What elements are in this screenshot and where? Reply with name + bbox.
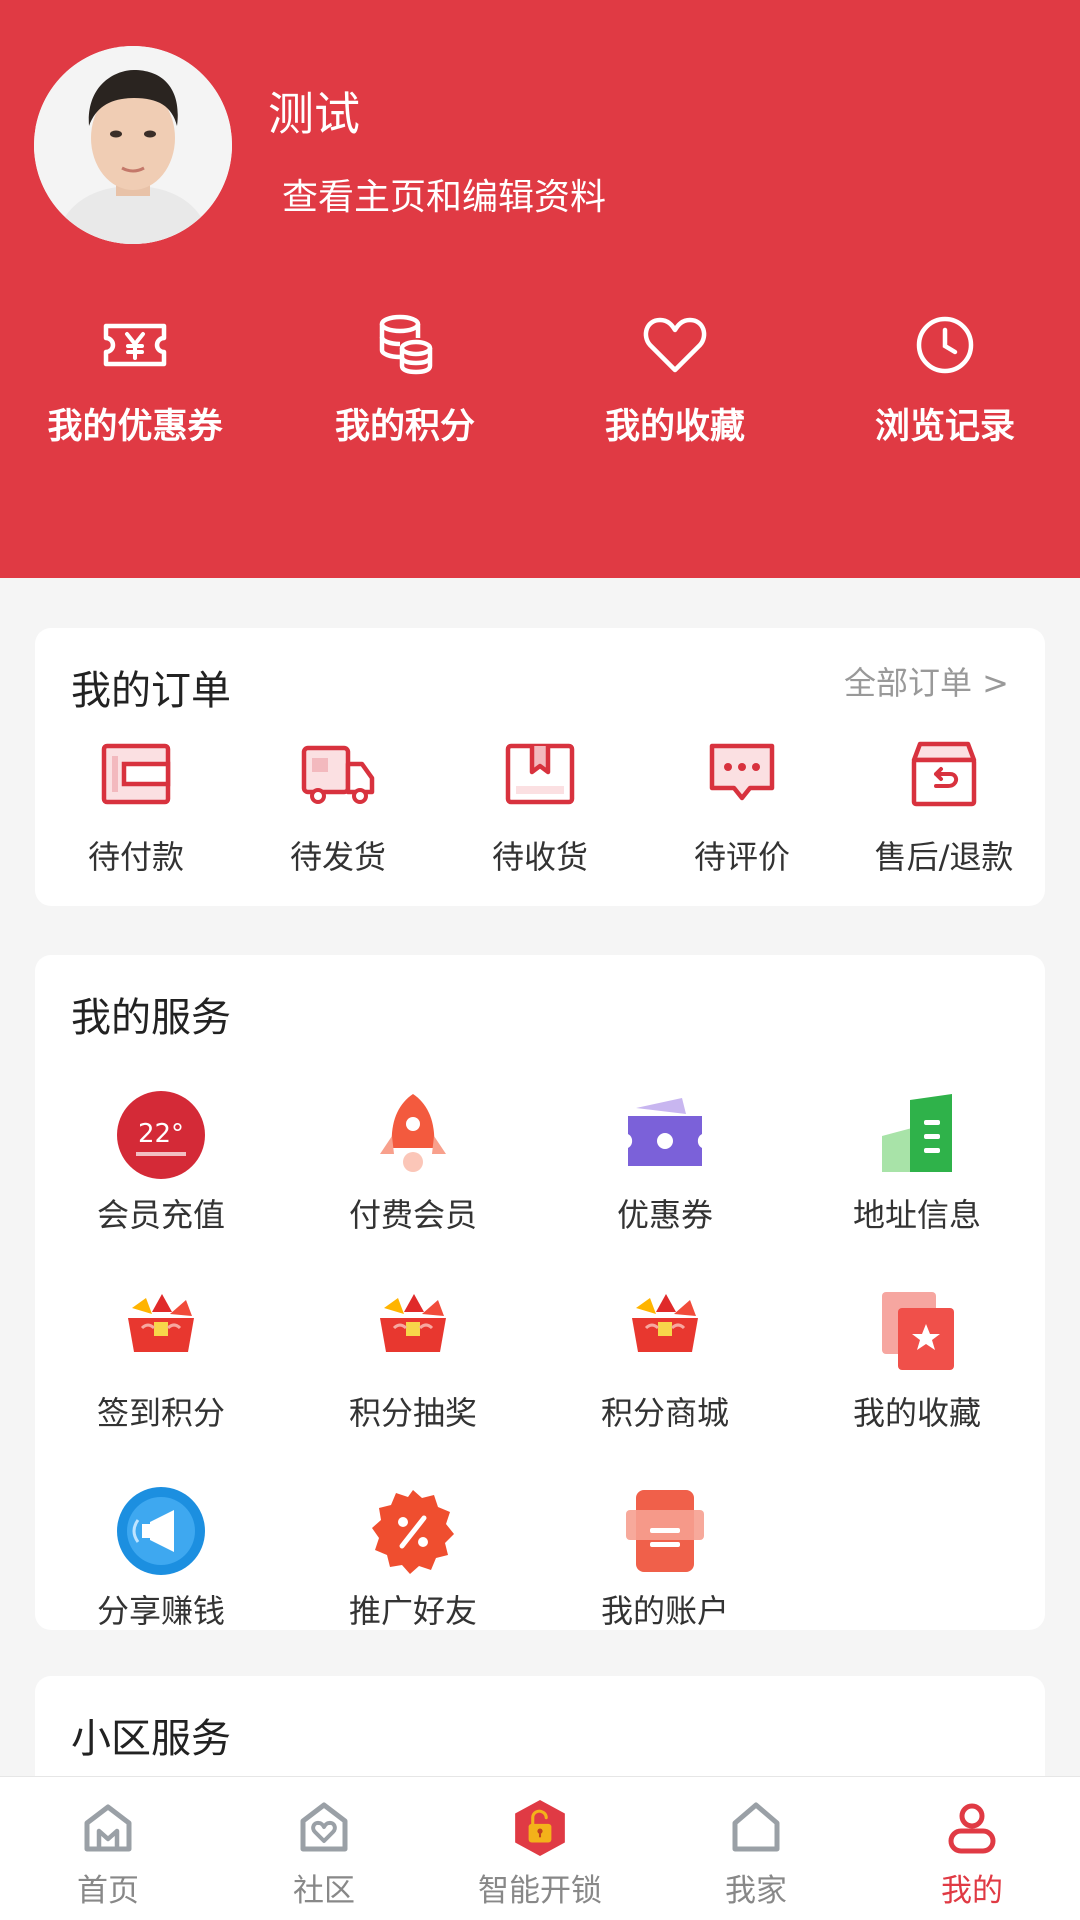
orders-card: 我的订单 全部订单 > 待付款 待发货 待收货 待评价 售后/退款 [35,628,1045,906]
clock-icon [916,316,974,374]
orders-title: 我的订单 [71,668,231,714]
nav-smart-unlock[interactable]: 智能开锁 [432,1777,648,1920]
service-points-mall[interactable]: 积分商城 [539,1288,791,1434]
gift-box-icon [380,1294,446,1352]
service-label: 付费会员 [348,1196,477,1234]
star-card-icon [882,1292,954,1370]
service-label: 地址信息 [852,1196,981,1234]
nav-label: 社区 [293,1873,355,1909]
user-icon [948,1803,996,1854]
nav-label: 我家 [725,1873,787,1909]
quick-item-label: 浏览记录 [874,407,1015,447]
service-label: 我的账户 [600,1592,729,1630]
coins-stack-icon [379,314,433,375]
ticket-icon [628,1098,702,1166]
return-box-icon [911,741,977,807]
unlock-icon [515,1800,565,1856]
service-share-earn[interactable]: 分享赚钱 [35,1486,287,1632]
quick-actions: 我的优惠券 我的积分 我的收藏 浏览记录 [0,310,1080,450]
service-paid-member[interactable]: 付费会员 [287,1090,539,1236]
quick-item-label: 我的积分 [334,407,475,447]
order-item-label: 待评价 [693,838,790,876]
building-icon [882,1094,952,1172]
order-after-sales[interactable]: 售后/退款 [844,738,1044,878]
order-pending-receipt[interactable]: 待收货 [440,738,640,878]
services-grid: 22° 会员充值 付费会员 优惠券 地址信息 签到积分 积分抽奖 积分商城 我的… [35,1090,1045,1632]
nav-mine[interactable]: 我的 [864,1777,1080,1920]
gift-box-icon [632,1294,698,1352]
gift-box-icon [128,1294,194,1352]
nav-label: 我的 [941,1873,1003,1909]
nav-my-home[interactable]: 我家 [648,1777,864,1920]
nav-community[interactable]: 社区 [216,1777,432,1920]
service-label: 优惠券 [616,1196,713,1234]
megaphone-icon [117,1487,205,1575]
service-checkin-points[interactable]: 签到积分 [35,1288,287,1434]
service-my-account[interactable]: 我的账户 [539,1486,791,1632]
order-item-label: 待发货 [289,838,386,876]
service-my-favorites[interactable]: 我的收藏 [791,1288,1043,1434]
order-item-label: 待收货 [491,838,588,876]
service-points-lottery[interactable]: 积分抽奖 [287,1288,539,1434]
service-member-recharge[interactable]: 22° 会员充值 [35,1090,287,1236]
service-promote-friends[interactable]: 推广好友 [287,1486,539,1632]
truck-icon [301,745,375,804]
service-label: 积分商城 [600,1394,729,1432]
view-profile-link[interactable]: 查看主页和编辑资料 [282,168,606,220]
username: 测试 [268,87,360,141]
avatar-portrait-icon [34,46,232,244]
quick-item-favorites[interactable]: 我的收藏 [540,310,810,450]
quick-item-label: 我的优惠券 [47,407,223,447]
services-title: 我的服务 [71,995,231,1041]
quick-item-coupons[interactable]: 我的优惠券 [0,310,270,450]
box-icon [505,743,575,805]
order-item-label: 待付款 [87,838,184,876]
quick-item-points[interactable]: 我的积分 [270,310,540,450]
comment-icon [709,743,775,801]
service-label: 积分抽奖 [348,1394,477,1432]
bottom-nav: 首页 社区 智能开锁 我家 我的 [0,1776,1080,1920]
services-card: 我的服务 22° 会员充值 付费会员 优惠券 地址信息 签到积分 积分抽奖 积分… [35,955,1045,1630]
nav-label: 智能开锁 [478,1873,602,1909]
service-label: 分享赚钱 [96,1592,225,1630]
quick-item-label: 我的收藏 [604,407,745,447]
all-orders-link[interactable]: 全部订单 > [844,658,1009,704]
service-coupons[interactable]: 优惠券 [539,1090,791,1236]
nav-label: 首页 [77,1873,139,1909]
order-item-label: 售后/退款 [874,838,1014,876]
wallet-icon [101,743,171,805]
svg-text:22°: 22° [138,1119,184,1149]
order-pending-payment[interactable]: 待付款 [36,738,236,878]
member-badge-icon: 22° [117,1091,205,1179]
house-icon [732,1802,780,1852]
orders-row: 待付款 待发货 待收货 待评价 售后/退款 [35,738,1045,878]
service-label: 我的收藏 [852,1394,981,1432]
avatar[interactable] [34,46,232,244]
service-label: 推广好友 [348,1592,477,1630]
nav-home[interactable]: 首页 [0,1777,216,1920]
coupon-yen-icon [103,323,167,367]
service-address[interactable]: 地址信息 [791,1090,1043,1236]
order-pending-review[interactable]: 待评价 [642,738,842,878]
quick-item-history[interactable]: 浏览记录 [810,310,1080,450]
rocket-icon [380,1094,446,1172]
community-icon [300,1802,348,1852]
account-card-icon [626,1490,704,1572]
heart-icon [643,317,707,373]
service-label: 会员充值 [96,1196,225,1234]
order-pending-shipment[interactable]: 待发货 [238,738,438,878]
service-label: 签到积分 [96,1394,225,1432]
percent-badge-icon [372,1490,454,1574]
profile-header: 测试 查看主页和编辑资料 我的优惠券 我的积分 我的收藏 浏览记录 [0,0,1080,578]
home-icon [84,1804,132,1852]
community-title: 小区服务 [71,1716,231,1762]
